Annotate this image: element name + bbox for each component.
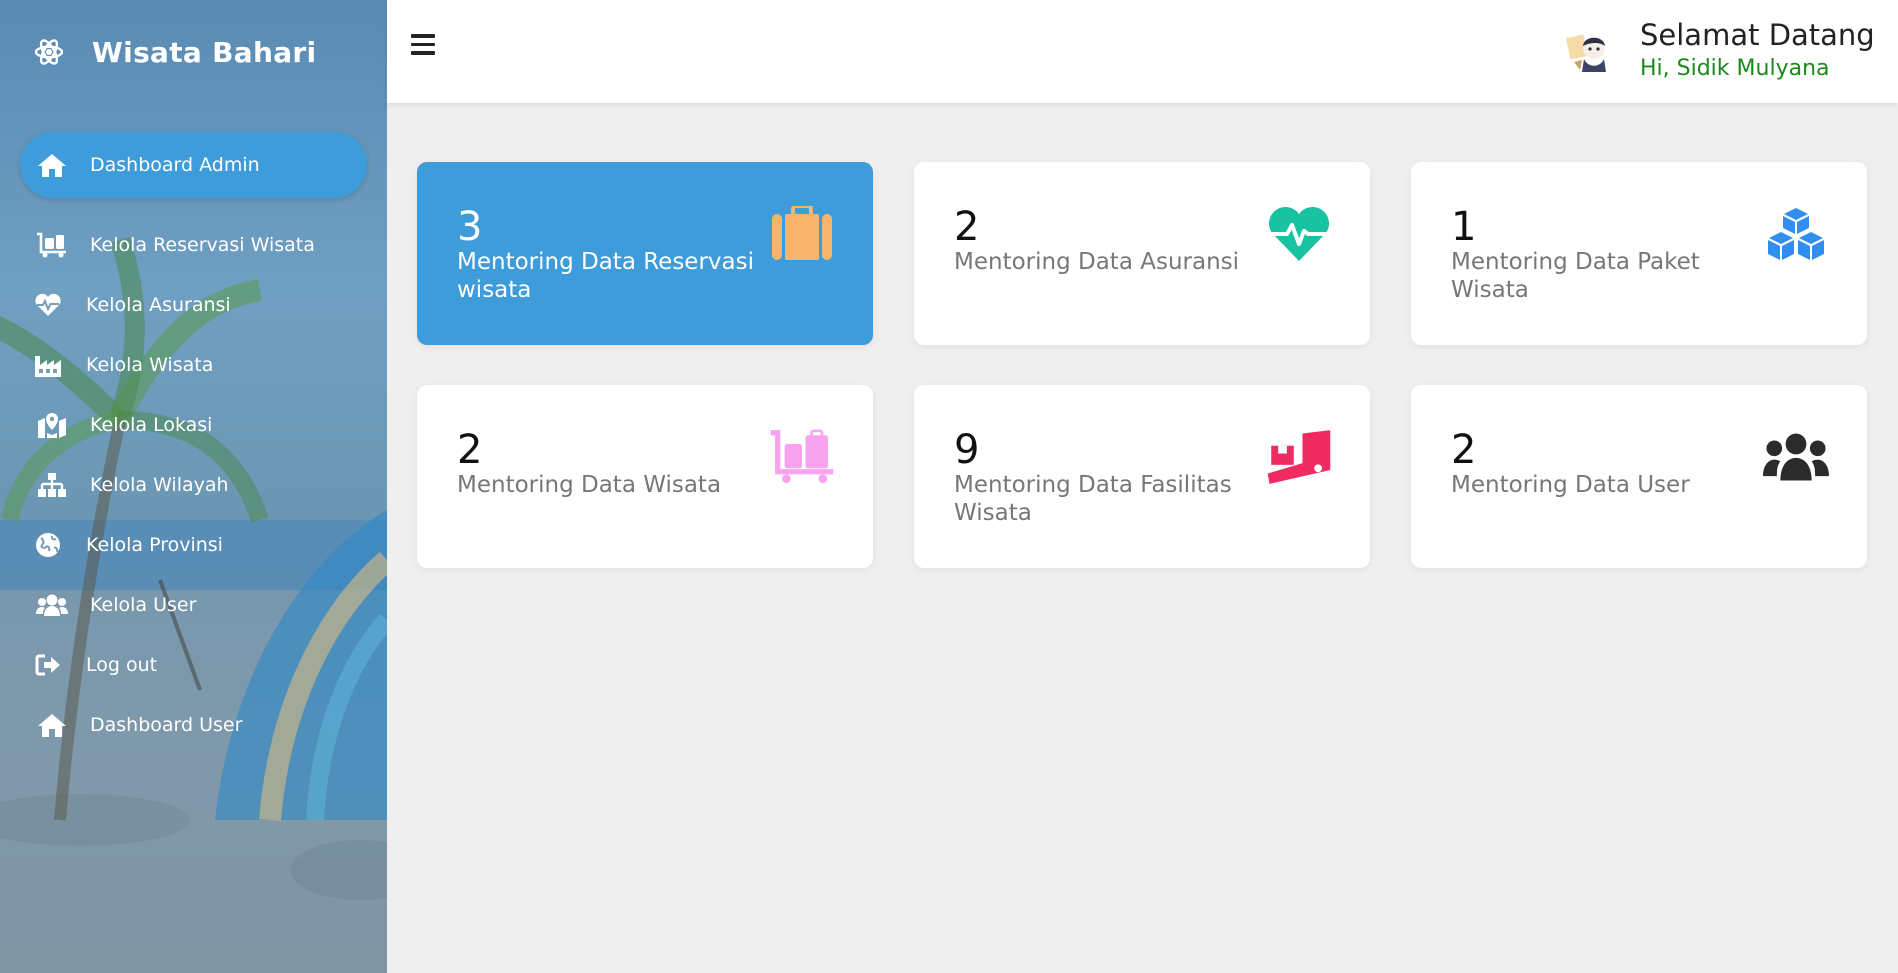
card-label: Mentoring Data Paket Wisata xyxy=(1451,249,1700,303)
home-icon xyxy=(32,152,72,178)
card-fasilitas-wisata[interactable]: 9 Mentoring Data Fasilitas Wisata xyxy=(914,385,1370,568)
card-label: Mentoring Data Reservasi wisata xyxy=(457,249,754,303)
card-count: 3 xyxy=(457,204,483,250)
card-label: Mentoring Data Wisata xyxy=(457,472,722,498)
dolly-flatbed-icon xyxy=(1266,427,1332,487)
luggage-cart-icon xyxy=(769,427,835,487)
sidebar-item-label: Kelola Lokasi xyxy=(90,414,213,436)
sidebar-item-kelola-lokasi[interactable]: Kelola Lokasi xyxy=(20,401,367,449)
brand-title: Wisata Bahari xyxy=(92,35,317,69)
sitemap-icon xyxy=(32,472,72,498)
sidebar-item-dashboard-user[interactable]: Dashboard User xyxy=(20,701,367,749)
card-count: 9 xyxy=(954,427,980,473)
users-icon xyxy=(32,593,72,617)
sidebar-item-kelola-wisata[interactable]: Kelola Wisata xyxy=(16,341,363,389)
brand[interactable]: Wisata Bahari xyxy=(32,32,316,72)
card-label: Mentoring Data Fasilitas Wisata xyxy=(954,472,1232,526)
map-marked-icon xyxy=(32,411,72,439)
industry-icon xyxy=(28,352,68,378)
suitcase-icon xyxy=(769,204,835,264)
card-data-user[interactable]: 2 Mentoring Data User xyxy=(1411,385,1867,568)
avatar[interactable] xyxy=(1560,22,1618,80)
luggage-cart-icon xyxy=(32,232,72,258)
heartbeat-icon xyxy=(28,293,68,317)
sidebar-item-label: Dashboard Admin xyxy=(90,154,260,176)
sidebar-item-label: Dashboard User xyxy=(90,714,243,736)
card-count: 1 xyxy=(1451,204,1477,250)
sidebar-item-log-out[interactable]: Log out xyxy=(16,641,363,689)
welcome-user-name: Hi, Sidik Mulyana xyxy=(1640,56,1830,81)
users-icon xyxy=(1763,427,1829,487)
heartbeat-icon xyxy=(1266,204,1332,264)
card-count: 2 xyxy=(457,427,483,473)
card-count: 2 xyxy=(1451,427,1477,473)
sidebar: Wisata Bahari Dashboard Admin Kelola Res… xyxy=(0,0,387,973)
sidebar-item-label: Kelola Provinsi xyxy=(86,534,223,556)
card-data-wisata[interactable]: 2 Mentoring Data Wisata xyxy=(417,385,873,568)
card-asuransi[interactable]: 2 Mentoring Data Asuransi xyxy=(914,162,1370,345)
welcome-title: Selamat Datang xyxy=(1640,18,1875,52)
sidebar-item-label: Kelola Wisata xyxy=(86,354,214,376)
sidebar-item-dashboard-admin[interactable]: Dashboard Admin xyxy=(20,132,367,198)
sidebar-item-label: Kelola User xyxy=(90,594,197,616)
home-icon xyxy=(32,712,72,738)
atom-icon xyxy=(32,35,66,69)
card-label: Mentoring Data Asuransi xyxy=(954,249,1240,275)
sidebar-item-kelola-wilayah[interactable]: Kelola Wilayah xyxy=(20,461,367,509)
sidebar-item-kelola-asuransi[interactable]: Kelola Asuransi xyxy=(16,281,363,329)
card-label: Mentoring Data User xyxy=(1451,472,1690,498)
sidebar-item-kelola-user[interactable]: Kelola User xyxy=(20,581,367,629)
sidebar-item-label: Kelola Reservasi Wisata xyxy=(90,234,315,256)
sidebar-item-label: Kelola Wilayah xyxy=(90,474,229,496)
sidebar-item-label: Log out xyxy=(86,654,158,676)
sign-out-icon xyxy=(28,653,68,677)
cubes-icon xyxy=(1763,204,1829,264)
sidebar-item-kelola-reservasi-wisata[interactable]: Kelola Reservasi Wisata xyxy=(20,221,367,269)
welcome-block: Selamat Datang Hi, Sidik Mulyana xyxy=(1640,18,1875,81)
hamburger-menu-icon[interactable] xyxy=(411,34,437,58)
card-count: 2 xyxy=(954,204,980,250)
card-reservasi-wisata[interactable]: 3 Mentoring Data Reservasi wisata xyxy=(417,162,873,345)
globe-icon xyxy=(28,532,68,558)
sidebar-item-label: Kelola Asuransi xyxy=(86,294,231,316)
topbar: Selamat Datang Hi, Sidik Mulyana xyxy=(387,0,1898,103)
sidebar-item-kelola-provinsi[interactable]: Kelola Provinsi xyxy=(16,521,363,569)
card-paket-wisata[interactable]: 1 Mentoring Data Paket Wisata xyxy=(1411,162,1867,345)
